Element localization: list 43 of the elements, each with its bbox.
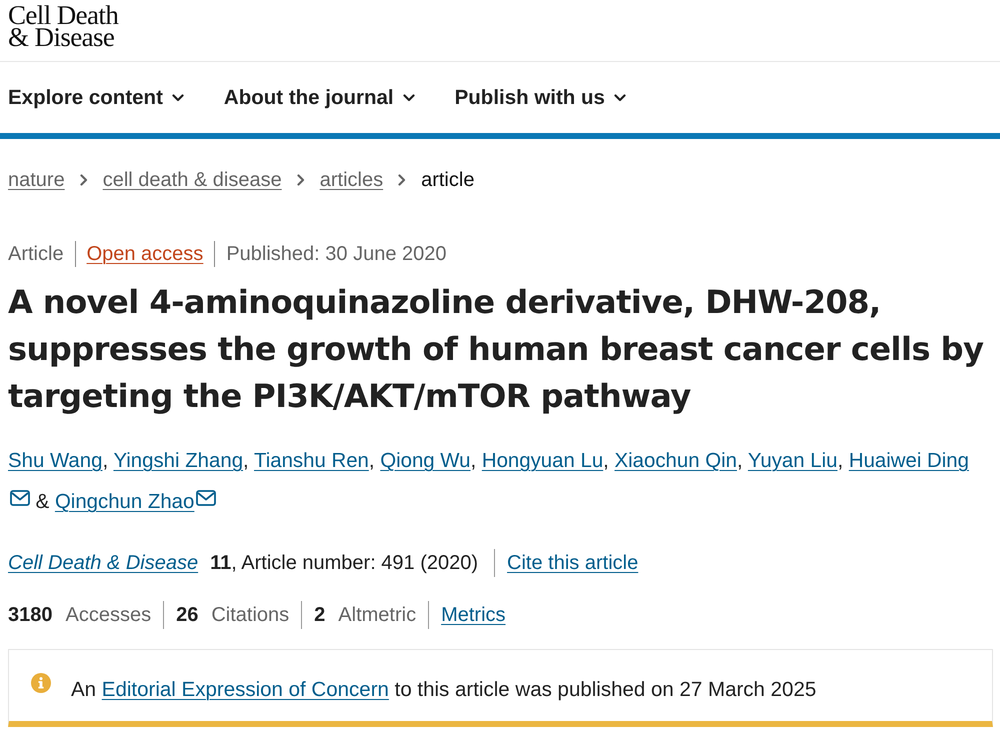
journal-logo-link[interactable]: Cell Death & Disease [8, 4, 118, 48]
cite-article-link[interactable]: Cite this article [507, 548, 638, 578]
citation-details: 11, Article number: 491 (2020) [210, 551, 478, 576]
open-access-link[interactable]: Open access [86, 240, 204, 268]
chevron-right-icon [80, 174, 88, 186]
metrics-link[interactable]: Metrics [441, 600, 506, 630]
author-link[interactable]: Hongyuan Lu [482, 450, 604, 472]
article-meta-text: Published: 30 June 2020 [226, 242, 446, 267]
chevron-right-icon [398, 174, 406, 186]
notice-text: An Editorial Expression of Concern to this article was published on 27 March 2025 [71, 677, 816, 703]
author-link[interactable]: Yuyan Liu [748, 450, 838, 472]
author-link[interactable]: Qiong Wu [380, 450, 471, 472]
metric-name: Accesses [66, 603, 152, 628]
caret-icon [614, 94, 626, 102]
nav-menu-button[interactable]: Publish with us [454, 86, 626, 110]
article-meta-text: Article [8, 242, 64, 267]
author-list: Shu Wang, Yingshi Zhang, Tianshu Ren, Qiong Wu, Hongyuan Lu, Xiaochun Qin, Yuyan Liu, Huaiwei Ding & Qingchun Zhao [0, 441, 1000, 523]
metric-count: 2 [314, 603, 326, 628]
notice-link[interactable]: Editorial Expression of Concern [102, 678, 389, 701]
author-link[interactable]: Shu Wang [8, 450, 102, 472]
journal-link[interactable]: Cell Death & Disease [8, 548, 198, 578]
breadcrumb-link[interactable]: articles [320, 168, 384, 192]
author-link[interactable]: Huaiwei Ding [848, 450, 969, 472]
caret-icon [402, 94, 415, 102]
caret-icon [172, 94, 184, 102]
nav-menu-button[interactable]: Explore content [8, 86, 184, 110]
metric-count: 26 [176, 603, 198, 628]
breadcrumb-link[interactable]: cell death & disease [102, 168, 282, 192]
article-title: A novel 4-aminoquinazoline derivative, DHW-208, suppresses the growth of human breast cancer cells by targeting the PI3K/AKT/mTOR pathway [7, 282, 984, 417]
chevron-right-icon [296, 174, 305, 186]
envelope-icon[interactable] [10, 490, 30, 506]
metric-name: Citations [211, 603, 290, 628]
metric-name: Altmetric [338, 603, 416, 628]
nav-menu-button[interactable]: About the journal [224, 86, 415, 110]
author-link[interactable]: Yingshi Zhang [113, 450, 244, 472]
envelope-icon[interactable] [196, 490, 216, 506]
breadcrumb-current: article [421, 168, 474, 192]
author-link[interactable]: Xiaochun Qin [614, 450, 737, 472]
author-link[interactable]: Qingchun Zhao [54, 491, 194, 513]
metric-count: 3180 [8, 603, 52, 628]
info-icon [31, 673, 51, 693]
breadcrumb-link[interactable]: nature [8, 168, 65, 192]
author-link[interactable]: Tianshu Ren [254, 450, 369, 472]
